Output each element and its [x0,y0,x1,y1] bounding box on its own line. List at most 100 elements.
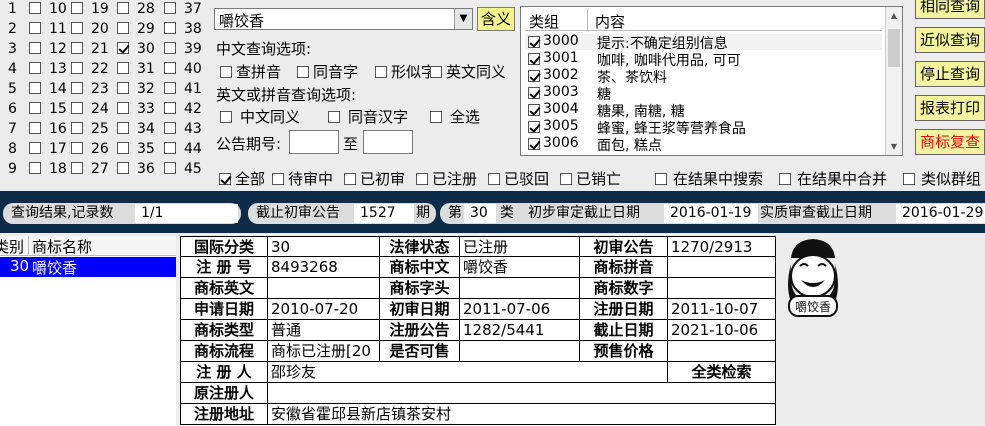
status-filter[interactable]: 已初审 [344,168,405,189]
list-item[interactable]: 30 嚼饺香 [0,257,176,277]
checkbox[interactable] [117,62,129,74]
meaning-button[interactable]: 含义 [477,7,515,31]
class-number-option[interactable]: 39 [164,41,202,57]
checkbox[interactable] [117,142,129,154]
en-pinyin-option[interactable]: 中文同义 [220,106,300,127]
scroll-thumb[interactable] [888,29,900,67]
checkbox[interactable] [29,22,41,34]
checkbox[interactable] [117,2,129,14]
class-number-option[interactable]: 26 [71,141,109,157]
checkbox[interactable] [528,121,540,133]
class-number-option[interactable]: 14 [29,81,67,97]
checkbox[interactable] [117,162,129,174]
trademark-review-button[interactable]: 商标复查 [915,129,985,155]
class-number-option[interactable]: 27 [71,161,109,177]
class-number-option[interactable]: 29 [117,21,155,37]
checkbox[interactable] [528,53,540,65]
class-number-option[interactable]: 43 [164,121,202,137]
class-number-option[interactable]: 34 [117,121,155,137]
checkbox[interactable] [297,66,309,78]
class-number-option[interactable]: 15 [29,101,67,117]
checkbox[interactable] [71,2,83,14]
scroll-up-icon[interactable]: ▲ [886,7,902,24]
status-filter[interactable]: 已驳回 [488,168,549,189]
class-number-option[interactable]: 40 [164,61,202,77]
class-number-option[interactable]: 38 [164,21,202,37]
checkbox[interactable] [29,62,41,74]
checkbox[interactable] [779,173,791,185]
checkbox[interactable] [220,66,232,78]
chinese-option[interactable]: 查拼音 [220,61,281,82]
class-number-option[interactable]: 23 [71,81,109,97]
checkbox[interactable] [164,102,176,114]
same-search-button[interactable]: 相同查询 [915,0,985,19]
checkbox[interactable] [29,102,41,114]
class-number-option[interactable]: 32 [117,81,155,97]
class-number-option[interactable]: 20 [71,21,109,37]
checkbox[interactable] [528,36,540,48]
table-row[interactable]: 3005 蜂蜜, 蜂王浆等营养食品 [525,118,882,137]
checkbox[interactable] [117,102,129,114]
checkbox[interactable] [328,111,340,123]
checkbox[interactable] [29,82,41,94]
checkbox[interactable] [29,142,41,154]
table-row[interactable]: 3000 提示:不确定组别信息 [525,33,882,52]
checkbox[interactable] [220,111,232,123]
checkbox[interactable] [375,66,387,78]
similar-search-button[interactable]: 近似查询 [915,27,985,53]
checkbox[interactable] [528,70,540,82]
checkbox[interactable] [430,111,442,123]
checkbox[interactable] [344,173,356,185]
class-number-option[interactable]: 31 [117,61,155,77]
en-pinyin-option[interactable]: 同音汉字 [328,106,408,127]
table-row[interactable]: 3006 面包, 糕点 [525,135,882,154]
checkbox[interactable] [655,173,667,185]
checkbox[interactable] [560,173,572,185]
table-row[interactable]: 3003 糖 [525,84,882,103]
class-number-option[interactable]: 9 [0,161,17,177]
class-number-option[interactable]: 35 [117,141,155,157]
search-filter[interactable]: 在结果中搜索 [655,168,763,189]
announcement-to-input[interactable] [363,130,413,154]
checkbox[interactable] [71,142,83,154]
class-number-option[interactable]: 17 [29,141,67,157]
checkbox[interactable] [219,173,231,185]
announcement-from-input[interactable] [289,130,339,154]
search-filter[interactable]: 在结果中合并 [779,168,887,189]
scroll-down-icon[interactable]: ▼ [886,138,902,155]
status-filter[interactable]: 已销亡 [560,168,621,189]
checkbox[interactable] [117,22,129,34]
chinese-option[interactable]: 形似字 [375,61,436,82]
class-number-option[interactable]: 1 [0,1,17,17]
checkbox[interactable] [528,87,540,99]
checkbox[interactable] [117,82,129,94]
print-report-button[interactable]: 报表打印 [915,95,985,121]
status-filter[interactable]: 已注册 [416,168,477,189]
class-number-option[interactable]: 41 [164,81,202,97]
chinese-option[interactable]: 英文同义 [430,61,506,82]
detail-all-class-label[interactable]: 全类检索 [668,362,776,383]
checkbox[interactable] [71,82,83,94]
table-row[interactable]: 3002 茶、茶饮料 [525,67,882,86]
checkbox[interactable] [71,42,83,54]
table-row[interactable]: 3004 糖果, 南糖, 糖 [525,101,882,120]
class-number-option[interactable]: 25 [71,121,109,137]
checkbox[interactable] [528,104,540,116]
checkbox[interactable] [71,62,83,74]
class-number-option[interactable]: 22 [71,61,109,77]
en-pinyin-option[interactable]: 全选 [430,106,480,127]
checkbox[interactable] [164,122,176,134]
checkbox[interactable] [29,2,41,14]
checkbox[interactable] [29,122,41,134]
class-number-option[interactable]: 42 [164,101,202,117]
checkbox[interactable] [117,42,129,54]
chevron-down-icon[interactable]: ▼ [454,9,472,29]
checkbox[interactable] [430,66,442,78]
table-row[interactable]: 3001 咖啡, 咖啡代用品, 可可 [525,50,882,69]
class-number-option[interactable]: 18 [29,161,67,177]
checkbox[interactable] [488,173,500,185]
class-number-option[interactable]: 8 [0,141,17,157]
class-number-option[interactable]: 19 [71,1,109,17]
class-number-option[interactable]: 44 [164,141,202,157]
class-number-option[interactable]: 3 [0,41,17,57]
